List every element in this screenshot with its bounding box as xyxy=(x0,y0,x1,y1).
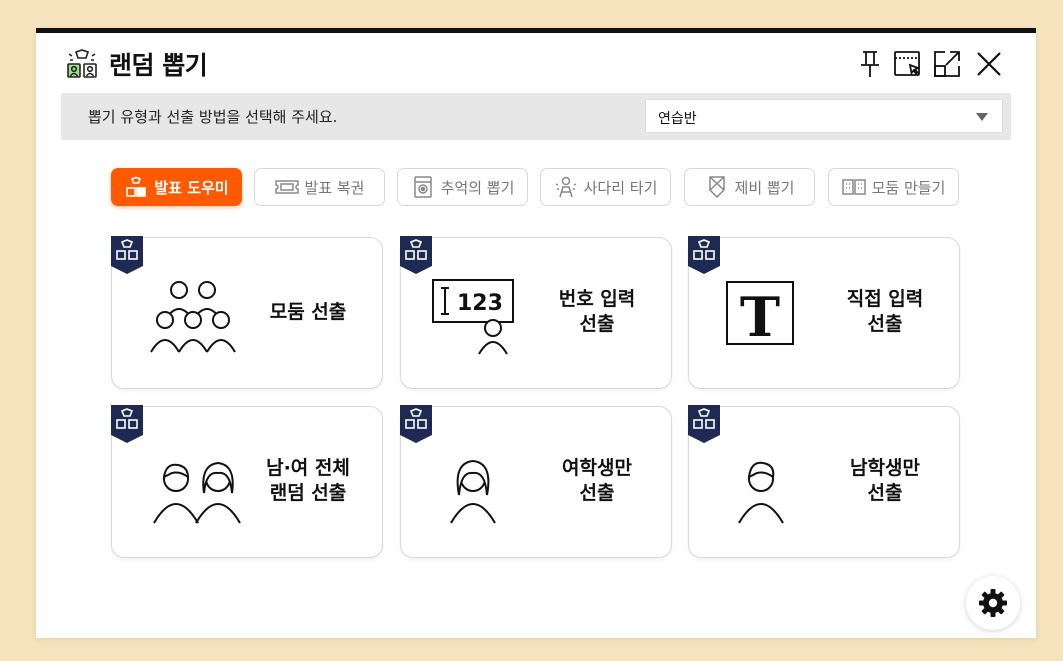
lot-paper-icon xyxy=(705,176,729,199)
close-button[interactable] xyxy=(973,48,1005,80)
instruction-text: 뽑기 유형과 선출 방법을 선택해 주세요. xyxy=(88,108,338,126)
tab-ladder-game[interactable]: 사다리 타기 xyxy=(540,168,671,206)
t-glyph: T xyxy=(740,285,780,349)
tab-label: 모둠 만들기 xyxy=(871,178,946,197)
close-icon xyxy=(977,52,1001,76)
group-people-icon xyxy=(138,268,248,358)
card-mixed-random-select[interactable]: 남·여 전체 랜덤 선출 xyxy=(111,405,383,558)
tab-label: 사다리 타기 xyxy=(583,178,658,197)
tab-label: 발표 복권 xyxy=(304,178,365,197)
ticket-icon xyxy=(274,176,299,198)
girl-student-icon xyxy=(427,437,537,527)
tab-memory-draw[interactable]: 추억의 뽑기 xyxy=(397,168,528,206)
card-group-select[interactable]: 모둠 선출 xyxy=(111,236,383,389)
boy-girl-icon xyxy=(138,437,248,527)
tab-make-groups[interactable]: 모둠 만들기 xyxy=(828,168,959,206)
boy-student-icon xyxy=(715,437,825,527)
window-mode-button[interactable] xyxy=(892,48,924,80)
card-boys-only-select[interactable]: 남학생만 선출 xyxy=(688,405,960,558)
tab-label: 발표 도우미 xyxy=(154,178,229,197)
card-direct-input-select[interactable]: T 직접 입력 선출 xyxy=(688,236,960,389)
card-label: 남학생만 선출 xyxy=(850,457,920,504)
gacha-icon xyxy=(411,176,435,198)
card-label: 번호 입력 선출 xyxy=(558,288,636,335)
expand-icon xyxy=(934,51,960,77)
tab-presentation-helper[interactable]: 발표 도우미 xyxy=(111,168,242,206)
board-number-text: 123 xyxy=(457,291,503,316)
number-board-icon: 123 xyxy=(427,268,537,358)
card-label: 모둠 선출 xyxy=(269,300,347,323)
title-bar: 랜덤 뽑기 xyxy=(36,33,1036,95)
pin-icon xyxy=(861,51,879,77)
instruction-bar: 뽑기 유형과 선출 방법을 선택해 주세요. 연습반 xyxy=(61,93,1011,140)
pin-button[interactable] xyxy=(854,48,886,80)
class-select[interactable]: 연습반 xyxy=(645,99,1003,133)
fullscreen-button[interactable] xyxy=(931,48,963,80)
text-t-icon: T xyxy=(715,268,825,358)
card-label: 남·여 전체 랜덤 선출 xyxy=(266,457,350,504)
card-girls-only-select[interactable]: 여학생만 선출 xyxy=(400,405,672,558)
tab-presentation-lottery[interactable]: 발표 복권 xyxy=(254,168,385,206)
tab-lot-draw[interactable]: 제비 뽑기 xyxy=(684,168,815,206)
chevron-down-icon xyxy=(976,113,988,121)
ladder-person-icon xyxy=(554,176,578,198)
card-label: 여학생만 선출 xyxy=(562,457,632,504)
app-title: 랜덤 뽑기 xyxy=(109,51,208,80)
card-number-input-select[interactable]: 123 번호 입력 선출 xyxy=(400,236,672,389)
gear-icon xyxy=(979,589,1007,617)
window-cursor-icon xyxy=(894,51,921,76)
group-grid-icon xyxy=(841,176,866,198)
tab-label: 제비 뽑기 xyxy=(734,178,795,197)
card-label: 직접 입력 선출 xyxy=(846,288,924,335)
presenter-icon xyxy=(124,176,148,198)
settings-button[interactable] xyxy=(966,576,1020,630)
class-select-value: 연습반 xyxy=(658,111,697,127)
random-draw-app-icon xyxy=(66,48,98,78)
tab-label: 추억의 뽑기 xyxy=(440,178,515,197)
app-window: 랜덤 뽑기 뽑기 유형과 선출 방법을 선택해 주세요. 연습반 발표 도우미 … xyxy=(36,28,1036,638)
